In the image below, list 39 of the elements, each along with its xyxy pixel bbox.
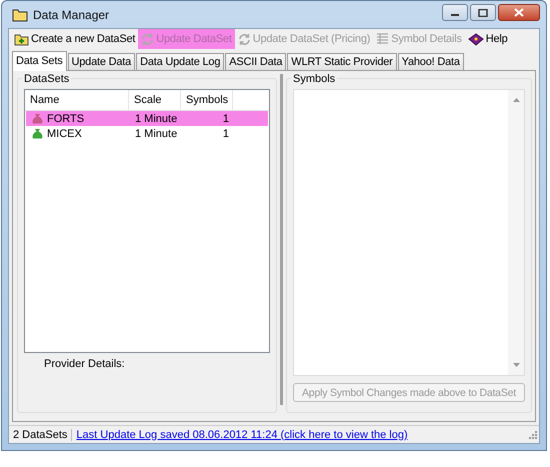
list-icon bbox=[376, 33, 390, 45]
scroll-up-icon[interactable] bbox=[512, 98, 520, 102]
tab[interactable]: Data Update Log bbox=[136, 53, 224, 70]
tab[interactable]: Data Sets bbox=[12, 51, 67, 71]
folder-icon bbox=[12, 8, 28, 22]
refresh-icon bbox=[141, 32, 154, 46]
dataset-row[interactable]: MICEX 1 Minute 1 bbox=[26, 126, 268, 141]
tab[interactable]: Yahoo! Data bbox=[398, 53, 464, 70]
column-header[interactable]: Symbols bbox=[181, 90, 233, 110]
refresh-icon bbox=[238, 32, 251, 46]
toolbar-button[interactable]: Create a new DataSet bbox=[11, 29, 138, 49]
dataset-row[interactable]: FORTS 1 Minute 1 bbox=[26, 111, 268, 126]
toolbar-button[interactable]: Help bbox=[464, 29, 511, 49]
table-cell-text: 1 bbox=[222, 112, 230, 124]
table-cell: FORTS bbox=[47, 112, 84, 124]
maximize-button[interactable] bbox=[470, 4, 496, 21]
log-link[interactable]: Last Update Log saved 08.06.2012 11:24 (click here to view the log) bbox=[76, 428, 408, 440]
maximize-icon bbox=[478, 8, 488, 16]
status-text: 2 DataSets bbox=[9, 428, 72, 440]
scrollbar[interactable] bbox=[508, 90, 524, 375]
tab[interactable]: WLRT Static Provider bbox=[287, 53, 397, 70]
table-cell: MICEX bbox=[47, 128, 82, 140]
resize-grip-icon[interactable] bbox=[528, 430, 537, 439]
group-title: Symbols bbox=[291, 73, 338, 85]
table-cell-text: 1 Minute bbox=[134, 128, 178, 140]
scroll-down-icon[interactable] bbox=[512, 363, 520, 367]
column-header[interactable]: Name bbox=[25, 90, 129, 110]
minimize-button[interactable] bbox=[442, 4, 468, 21]
window-title: Data Manager bbox=[33, 8, 110, 22]
table-cell-text: 1 Minute bbox=[134, 112, 178, 124]
column-header[interactable]: Scale bbox=[129, 90, 181, 110]
table-cell-text: 1 bbox=[222, 128, 230, 140]
close-icon bbox=[514, 8, 524, 17]
tab[interactable]: ASCII Data bbox=[225, 53, 286, 70]
tab[interactable]: Update Data bbox=[68, 53, 136, 70]
group-title: DataSets bbox=[22, 73, 72, 85]
close-button[interactable] bbox=[498, 4, 540, 21]
folder-plus-icon bbox=[14, 32, 29, 46]
provider-details-label: Provider Details: bbox=[44, 358, 125, 370]
